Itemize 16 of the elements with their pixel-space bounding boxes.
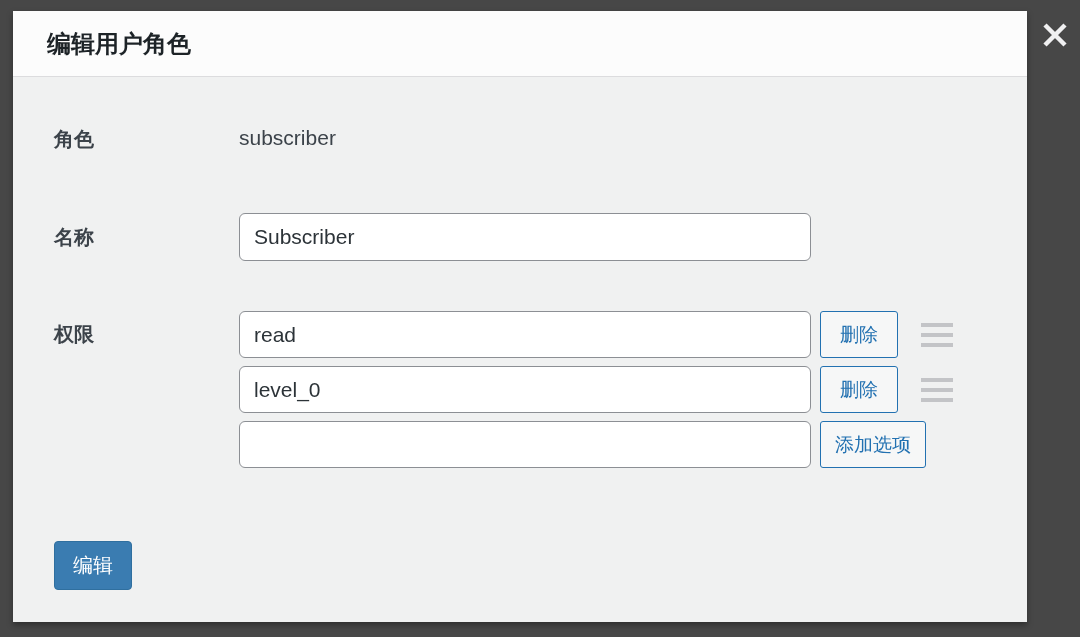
close-icon[interactable] xyxy=(1042,22,1068,48)
add-option-button[interactable]: 添加选项 xyxy=(820,421,926,468)
role-value: subscriber xyxy=(239,125,336,150)
field-label: 角色 xyxy=(54,127,95,152)
drag-handle-icon[interactable] xyxy=(921,322,953,347)
input-field[interactable]: Subscriber xyxy=(239,213,811,261)
input-field[interactable]: level_0 xyxy=(239,366,811,413)
field-label: 权限 xyxy=(54,322,95,347)
edit-button[interactable]: 编辑 xyxy=(54,541,132,590)
input-field[interactable] xyxy=(239,421,811,468)
drag-handle-icon[interactable] xyxy=(921,377,953,402)
delete-button[interactable]: 删除 xyxy=(820,366,898,413)
dialog-title: 编辑用户角色 xyxy=(47,28,191,59)
input-field[interactable]: read xyxy=(239,311,811,358)
field-label: 名称 xyxy=(54,224,95,250)
delete-button[interactable]: 删除 xyxy=(820,311,898,358)
